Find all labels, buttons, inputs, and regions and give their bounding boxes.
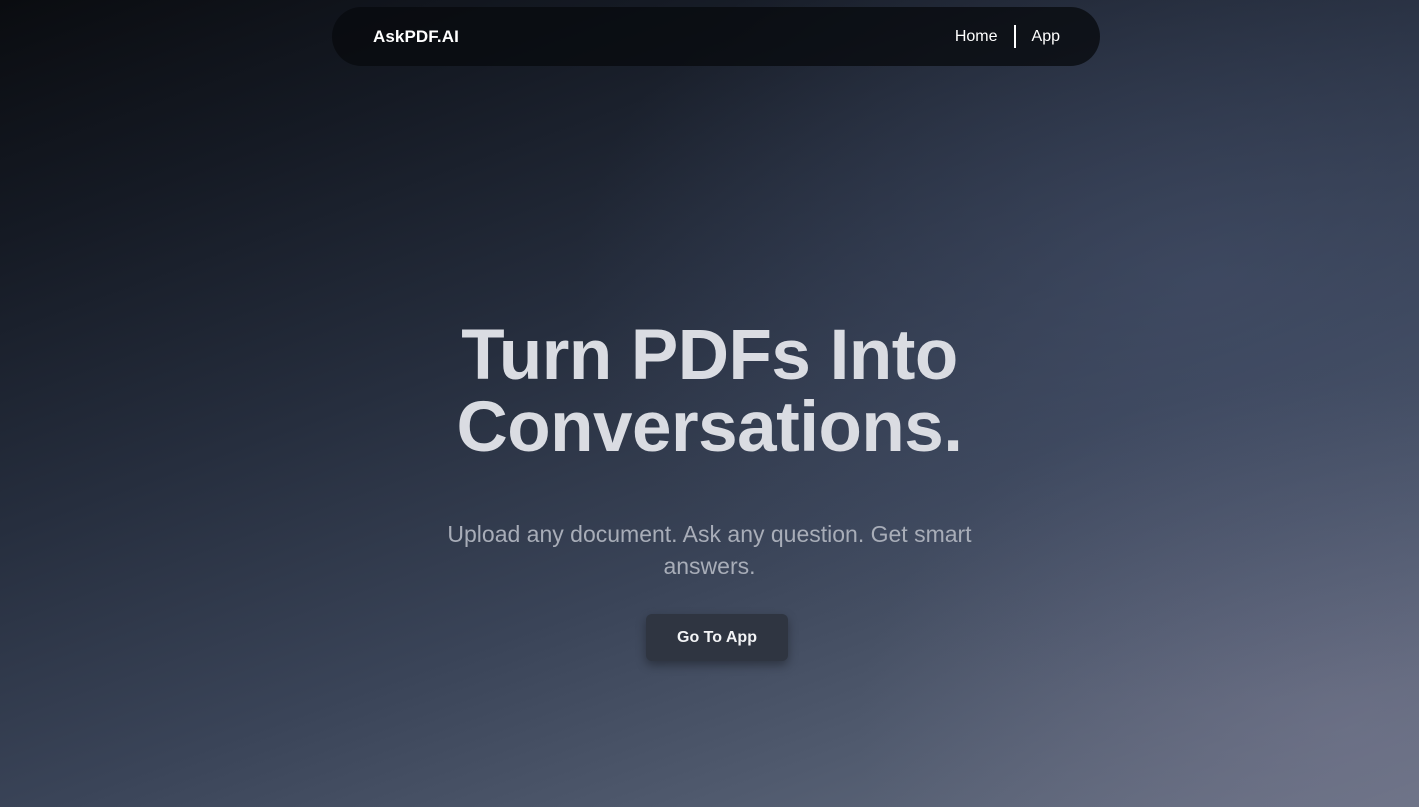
nav-links: Home App [955,7,1060,66]
hero-section: Turn PDFs Into Conversations. Upload any… [0,320,1419,582]
hero-title-line-1: Turn PDFs Into [461,316,958,395]
nav-link-app[interactable]: App [1032,28,1060,46]
hero-title-line-2: Conversations. [456,388,963,467]
nav-divider [1013,25,1016,48]
top-navbar: AskPDF.AI Home App [332,7,1100,66]
hero-subtitle: Upload any document. Ask any question. G… [447,521,972,579]
hero-title: Turn PDFs Into Conversations. [0,320,1419,464]
nav-link-home[interactable]: Home [955,28,998,46]
go-to-app-button[interactable]: Go To App [646,614,788,661]
brand-logo[interactable]: AskPDF.AI [373,7,459,66]
